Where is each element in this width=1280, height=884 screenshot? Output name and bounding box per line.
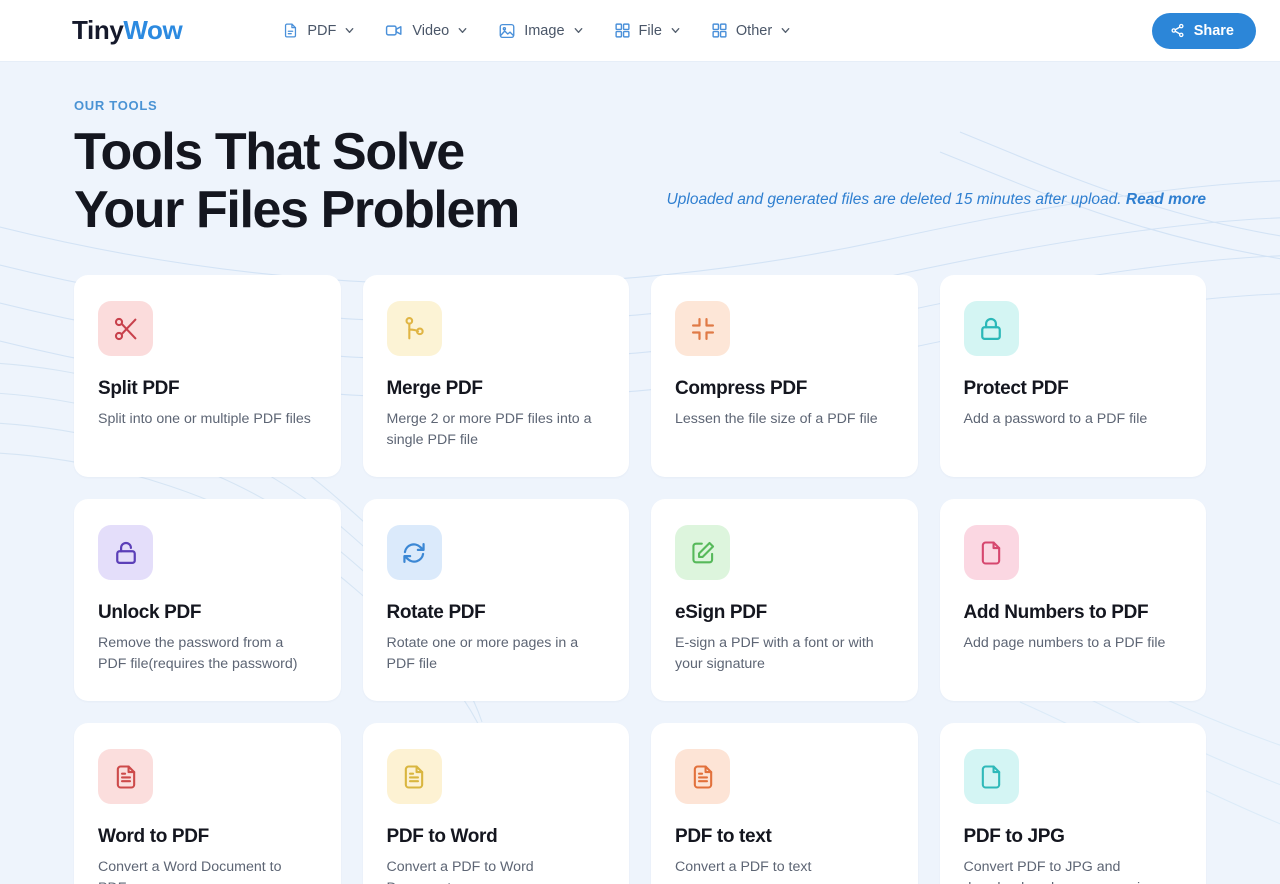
tool-title: Protect PDF (963, 378, 1069, 399)
image-icon (498, 22, 516, 40)
tool-card[interactable]: PDF to JPG Convert PDF to JPG and downlo… (939, 723, 1206, 884)
tool-description: Convert PDF to JPG and download each pag… (963, 859, 1176, 884)
tool-icon-wrapper (675, 301, 730, 356)
tool-title: Split PDF (98, 378, 180, 399)
site-header: TinyWow PDF Video Image File Other Share (0, 0, 1280, 62)
logo-text-primary: Tiny (72, 15, 124, 45)
tool-title: PDF to Word (386, 826, 498, 847)
tool-description: Convert a PDF to Word Document (386, 859, 534, 884)
scissors-icon (112, 315, 140, 343)
read-more-link[interactable]: Read more (1126, 191, 1206, 208)
grid-icon (614, 22, 631, 39)
tool-card[interactable]: PDF to Word Convert a PDF to Word Docume… (362, 723, 629, 884)
logo-text-secondary: Wow (123, 15, 183, 45)
page-body: OUR TOOLS Tools That Solve Your Files Pr… (0, 62, 1280, 884)
nav-label-image: Image (524, 22, 565, 39)
merge-branch-icon (400, 315, 428, 343)
tool-description: Convert a PDF to text (675, 859, 812, 875)
tool-icon-wrapper (963, 301, 1019, 356)
tool-title: Unlock PDF (98, 602, 202, 623)
tool-description: Add a password to a PDF file (963, 411, 1148, 427)
main-navigation: PDF Video Image File Other (282, 21, 791, 40)
tool-card[interactable]: PDF to text Convert a PDF to text (651, 723, 918, 884)
tool-icon-wrapper (98, 301, 153, 356)
nav-item-file[interactable]: File (614, 22, 681, 39)
chevron-down-icon (573, 25, 584, 36)
grid-icon (711, 22, 728, 39)
lock-closed-icon (977, 315, 1005, 343)
tool-title: Compress PDF (675, 378, 808, 399)
tool-title: eSign PDF (675, 602, 767, 623)
nav-item-pdf[interactable]: PDF (282, 22, 355, 39)
logo[interactable]: TinyWow (72, 15, 183, 46)
nav-item-image[interactable]: Image (498, 22, 583, 40)
chevron-down-icon (670, 25, 681, 36)
tool-icon-wrapper (98, 525, 153, 580)
retention-notice: Uploaded and generated files are deleted… (667, 191, 1206, 209)
tool-description: Rotate one or more pages in a PDF file (386, 635, 579, 672)
share-button-label: Share (1193, 22, 1234, 39)
tool-card[interactable]: Add Numbers to PDF Add page numbers to a… (939, 499, 1206, 701)
page-corner-icon (977, 539, 1005, 567)
share-nodes-icon (1170, 23, 1185, 38)
video-camera-icon (385, 21, 404, 40)
tool-icon-wrapper (963, 525, 1019, 580)
nav-label-file: File (638, 22, 662, 39)
tool-title: Add Numbers to PDF (963, 602, 1149, 623)
tool-title: Rotate PDF (386, 602, 486, 623)
compress-arrows-icon (689, 315, 717, 343)
tool-card[interactable]: Protect PDF Add a password to a PDF file (939, 275, 1206, 477)
tool-card[interactable]: Word to PDF Convert a Word Document to P… (74, 723, 341, 884)
tool-icon-wrapper (675, 749, 730, 804)
tool-title: Word to PDF (98, 826, 209, 847)
tool-icon-wrapper (675, 525, 730, 580)
tool-title: PDF to text (675, 826, 772, 847)
tool-card[interactable]: Rotate PDF Rotate one or more pages in a… (362, 499, 629, 701)
section-eyebrow: OUR TOOLS (74, 98, 158, 113)
document-lines-icon (689, 763, 717, 791)
tool-icon-wrapper (963, 749, 1019, 804)
tool-description: E-sign a PDF with a font or with your si… (675, 635, 874, 672)
share-button[interactable]: Share (1151, 12, 1256, 49)
tool-description: Remove the password from a PDF file(requ… (98, 635, 298, 672)
tool-description: Lessen the file size of a PDF file (675, 411, 878, 427)
tool-icon-wrapper (386, 525, 442, 580)
lock-open-icon (112, 539, 140, 567)
tool-card[interactable]: eSign PDF E-sign a PDF with a font or wi… (651, 499, 918, 701)
tool-icon-wrapper (386, 749, 442, 804)
document-lines-icon (400, 763, 428, 791)
document-lines-icon (112, 763, 140, 791)
file-text-icon (282, 22, 299, 39)
chevron-down-icon (344, 25, 355, 36)
tool-title: Merge PDF (386, 378, 483, 399)
pencil-square-icon (689, 539, 717, 567)
retention-notice-text: Uploaded and generated files are deleted… (666, 191, 1122, 208)
nav-item-other[interactable]: Other (711, 22, 791, 39)
nav-item-video[interactable]: Video (385, 21, 468, 40)
tool-title: PDF to JPG (963, 826, 1065, 847)
page-corner-icon (977, 763, 1005, 791)
rotate-arrows-icon (400, 539, 428, 567)
tool-description: Merge 2 or more PDF files into a single … (386, 411, 592, 448)
tool-description: Add page numbers to a PDF file (963, 635, 1166, 651)
tool-card[interactable]: Compress PDF Lessen the file size of a P… (651, 275, 918, 477)
page-content: OUR TOOLS Tools That Solve Your Files Pr… (0, 98, 1280, 884)
tools-grid: Split PDF Split into one or multiple PDF… (74, 275, 1206, 884)
chevron-down-icon (780, 25, 791, 36)
nav-label-pdf: PDF (307, 22, 337, 39)
nav-label-other: Other (735, 22, 773, 39)
tool-description: Split into one or multiple PDF files (98, 411, 311, 427)
nav-label-video: Video (412, 22, 450, 39)
tool-card[interactable]: Split PDF Split into one or multiple PDF… (74, 275, 341, 477)
tool-icon-wrapper (98, 749, 153, 804)
chevron-down-icon (457, 25, 468, 36)
tool-description: Convert a Word Document to PDF (98, 859, 282, 884)
tool-card[interactable]: Unlock PDF Remove the password from a PD… (74, 499, 341, 701)
hero-row: Tools That Solve Your Files Problem Uplo… (74, 113, 1206, 239)
tool-card[interactable]: Merge PDF Merge 2 or more PDF files into… (362, 275, 629, 477)
page-title: Tools That Solve Your Files Problem (74, 123, 520, 239)
tool-icon-wrapper (386, 301, 442, 356)
